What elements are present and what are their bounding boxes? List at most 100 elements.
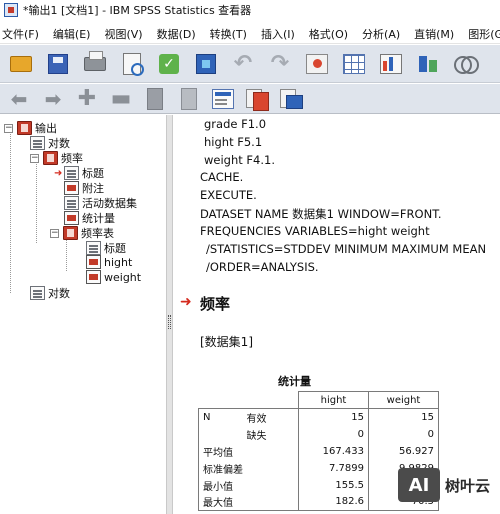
goto-data-button[interactable] (304, 51, 330, 77)
output-book-icon (17, 121, 32, 135)
insert-title-button[interactable] (246, 88, 269, 111)
title-bar: *输出1 [文档1] - IBM SPSS Statistics 查看器 (0, 0, 500, 20)
promote-button[interactable]: ⬅ (8, 88, 30, 110)
outline-node-frequencies[interactable]: − 频率 (30, 150, 83, 166)
syntax-line: grade F1.0 (204, 117, 267, 131)
section-title: 频率 (200, 295, 231, 313)
syntax-line: hight F5.1 (204, 135, 263, 149)
collapse-button[interactable]: ▬ (110, 85, 132, 111)
collapse-toggle-icon[interactable]: − (50, 228, 59, 238)
insert-heading-button[interactable] (212, 88, 234, 110)
row-sublabel: 缺失 (246, 430, 267, 442)
outline-node-weight[interactable]: weight (86, 270, 141, 284)
row-label: 最大值 (198, 493, 299, 511)
log-icon (30, 286, 45, 300)
promote-icon: ⬅ (10, 86, 28, 111)
menu-edit[interactable]: 编辑(E) (53, 26, 91, 42)
insert-text-button[interactable] (280, 88, 303, 110)
column-header: weight (368, 391, 439, 409)
row-label: 平均值 (198, 442, 299, 460)
menu-file[interactable]: 文件(F) (2, 26, 39, 42)
variables-button[interactable] (378, 51, 404, 77)
menu-data[interactable]: 数据(D) (157, 26, 196, 42)
undo-icon: ↶ (233, 50, 253, 76)
row-label (198, 425, 243, 443)
watermark: AI 树叶云 (398, 468, 490, 502)
save-button[interactable] (45, 51, 71, 77)
menu-format[interactable]: 格式(O) (309, 26, 348, 42)
title-icon (86, 241, 101, 255)
goto-data-icon (306, 53, 328, 74)
outline-node-statistics[interactable]: 统计量 (64, 210, 115, 226)
charts-icon (417, 54, 439, 74)
demote-button[interactable]: ➡ (42, 88, 64, 110)
outline-label: 输出 (35, 122, 57, 135)
save-icon (48, 53, 68, 74)
outline-label: 标题 (82, 167, 104, 180)
export-icon (196, 53, 216, 74)
table-row: 缺失 0 0 (198, 425, 439, 443)
watermark-text: 树叶云 (445, 476, 491, 495)
row-label: 最小值 (198, 476, 299, 494)
redo-button[interactable]: ↷ (267, 51, 293, 77)
outline-node-hight[interactable]: hight (86, 255, 132, 269)
goto-case-button[interactable] (341, 51, 367, 77)
outline-node-output[interactable]: − 输出 (4, 120, 57, 136)
menu-transform[interactable]: 转换(T) (210, 26, 247, 42)
outline-node-freq-title[interactable]: 标题 (86, 240, 126, 256)
outline-label: 对数 (48, 287, 70, 300)
frequency-tables-book-icon (63, 226, 78, 240)
hide-button[interactable] (178, 87, 200, 110)
print-preview-button[interactable] (119, 51, 145, 77)
pane-splitter[interactable] (166, 115, 173, 514)
menu-direct-marketing[interactable]: 直销(M) (414, 26, 454, 42)
row-label: N (198, 408, 243, 426)
row-sublabel: 有效 (242, 408, 299, 426)
outline-node-frequency-tables[interactable]: − 频率表 (50, 225, 114, 241)
outline-node-notes[interactable]: 附注 (64, 180, 104, 196)
use-sets-button[interactable] (452, 51, 479, 77)
export-button[interactable] (193, 51, 219, 77)
syntax-line: weight F4.1. (204, 153, 275, 167)
expand-button[interactable]: ✚ (76, 87, 98, 110)
insert-title-icon (246, 88, 269, 111)
recall-dialog-icon: ✓ (159, 53, 179, 74)
recall-dialog-button[interactable]: ✓ (156, 51, 182, 77)
outline-node-active-dataset[interactable]: 活动数据集 (64, 195, 137, 211)
menu-insert[interactable]: 插入(I) (261, 26, 295, 42)
print-button[interactable] (82, 50, 108, 77)
outline-label: 对数 (48, 137, 70, 150)
outline-label: 附注 (82, 182, 104, 195)
open-icon (10, 55, 32, 72)
collapse-icon: ▬ (110, 85, 132, 111)
content-pane: grade F1.0 hight F5.1 weight F4.1. CACHE… (174, 115, 500, 514)
syntax-line: CACHE. (200, 170, 244, 184)
show-button[interactable] (144, 87, 166, 110)
table-cell: 0 (298, 425, 369, 443)
splitter-grip-icon[interactable] (168, 315, 171, 329)
charts-button[interactable] (415, 51, 441, 77)
outline-node-log[interactable]: 对数 (30, 135, 70, 151)
main-toolbar: ✓ ↶ ↷ (0, 45, 500, 83)
dataset-label: [数据集1] (200, 335, 253, 349)
menu-analyze[interactable]: 分析(A) (362, 26, 400, 42)
syntax-line: /STATISTICS=STDDEV MINIMUM MAXIMUM MEAN (206, 242, 487, 256)
hide-icon (181, 87, 197, 110)
outline-label: weight (104, 270, 142, 284)
outline-node-log-2[interactable]: 对数 (30, 285, 70, 301)
outline-node-title[interactable]: 标题 (64, 165, 104, 181)
menu-graphs[interactable]: 图形(G) (468, 26, 500, 42)
use-sets-icon (453, 54, 479, 74)
outline-label: hight (104, 255, 133, 269)
table-cell: 182.6 (298, 493, 369, 511)
outline-label: 活动数据集 (82, 197, 137, 210)
title-icon (64, 166, 79, 180)
table-cell: 15 (368, 408, 439, 426)
open-button[interactable] (8, 51, 34, 77)
undo-button[interactable]: ↶ (230, 51, 256, 77)
print-icon (84, 50, 106, 71)
menu-view[interactable]: 视图(V) (104, 26, 142, 42)
frequency-table-icon (86, 270, 101, 284)
collapse-toggle-icon[interactable]: − (30, 153, 39, 163)
collapse-toggle-icon[interactable]: − (4, 123, 13, 133)
